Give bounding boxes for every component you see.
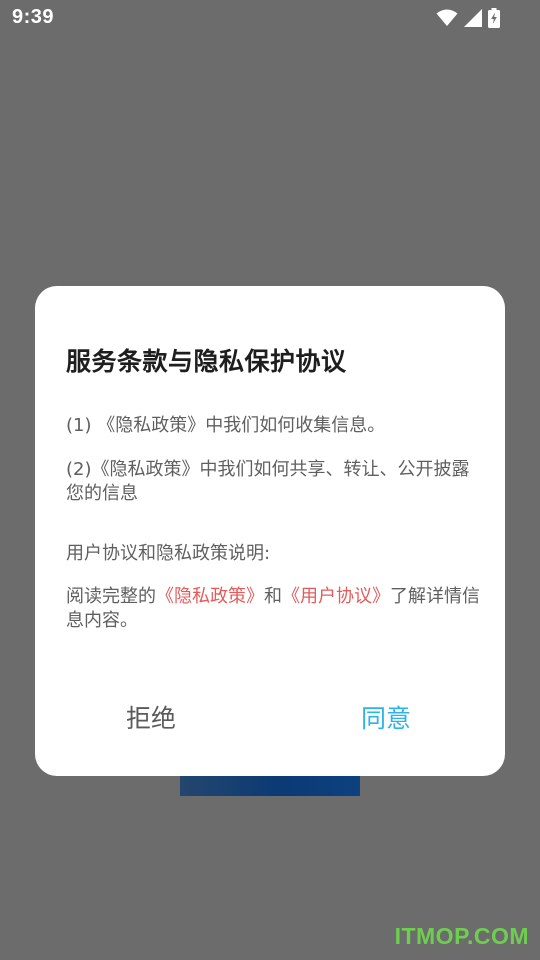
privacy-agreement-dialog: 服务条款与隐私保护协议 (1) 《隐私政策》中我们如何收集信息。 (2)《隐私政… (35, 286, 505, 776)
dialog-item-1: (1) 《隐私政策》中我们如何收集信息。 (66, 415, 386, 436)
status-time: 9:39 (12, 6, 55, 28)
signal-icon (464, 9, 482, 27)
privacy-policy-link[interactable]: 《隐私政策》 (156, 586, 264, 607)
user-agreement-link[interactable]: 《用户协议》 (282, 586, 390, 607)
read-full-text: 阅读完整的《隐私政策》和《用户协议》了解详情信息内容。 (66, 585, 482, 633)
battery-charging-icon (488, 8, 500, 28)
watermark-logo: ITMOP.COM (394, 923, 529, 949)
agree-button[interactable]: 同意 (361, 704, 411, 734)
read-prefix: 阅读完整的 (66, 586, 156, 607)
and-text: 和 (264, 586, 282, 607)
status-icons (436, 8, 500, 28)
dialog-title: 服务条款与隐私保护协议 (66, 347, 347, 376)
section-label: 用户协议和隐私政策说明: (66, 543, 271, 564)
reject-button[interactable]: 拒绝 (126, 704, 176, 734)
wifi-icon (436, 9, 458, 27)
dialog-item-2: (2)《隐私政策》中我们如何共享、转让、公开披露您的信息 (66, 459, 470, 504)
status-bar: 9:39 (0, 0, 540, 36)
